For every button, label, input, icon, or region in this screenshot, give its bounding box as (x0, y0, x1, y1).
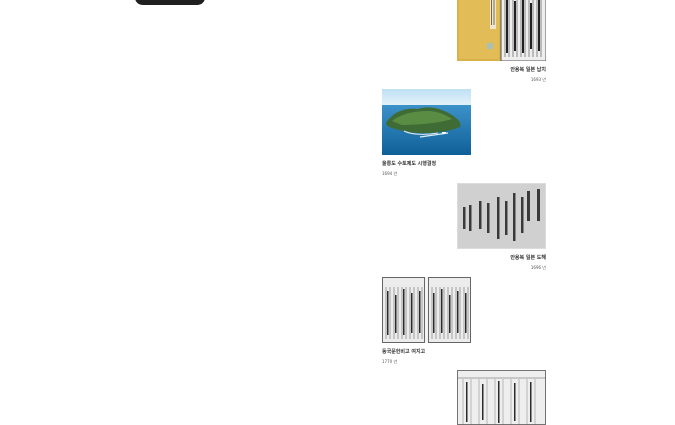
item-title: 동국문헌비고 여지고 (382, 349, 426, 355)
item-year: 1696 년 (530, 265, 546, 270)
document-image[interactable] (457, 370, 546, 425)
top-pill-button[interactable] (135, 0, 205, 5)
printed-book-image[interactable] (382, 277, 471, 343)
island-photo[interactable] (382, 89, 471, 155)
timeline-item-5[interactable] (382, 370, 546, 425)
item-title: 안용복 일본 도해 (510, 255, 546, 261)
item-title: 안용복 일본 납치 (510, 67, 546, 73)
book-image[interactable] (457, 0, 546, 61)
manuscript-image[interactable] (457, 183, 546, 249)
page: 안용복 일본 납치 1693 년 울릉도 수토제도 시행결정 1694 년 안용… (0, 0, 675, 425)
timeline-item-1[interactable]: 안용복 일본 납치 1693 년 (382, 0, 546, 82)
timeline-item-3[interactable]: 안용복 일본 도해 1696 년 (382, 183, 546, 270)
timeline-item-2[interactable]: 울릉도 수토제도 시행결정 1694 년 (382, 89, 546, 176)
item-title: 울릉도 수토제도 시행결정 (382, 161, 437, 167)
item-year: 1694 년 (382, 171, 398, 176)
timeline-item-4[interactable]: 동국문헌비고 여지고 1770 년 (382, 277, 546, 364)
item-year: 1770 년 (382, 359, 398, 364)
item-year: 1693 년 (530, 77, 546, 82)
